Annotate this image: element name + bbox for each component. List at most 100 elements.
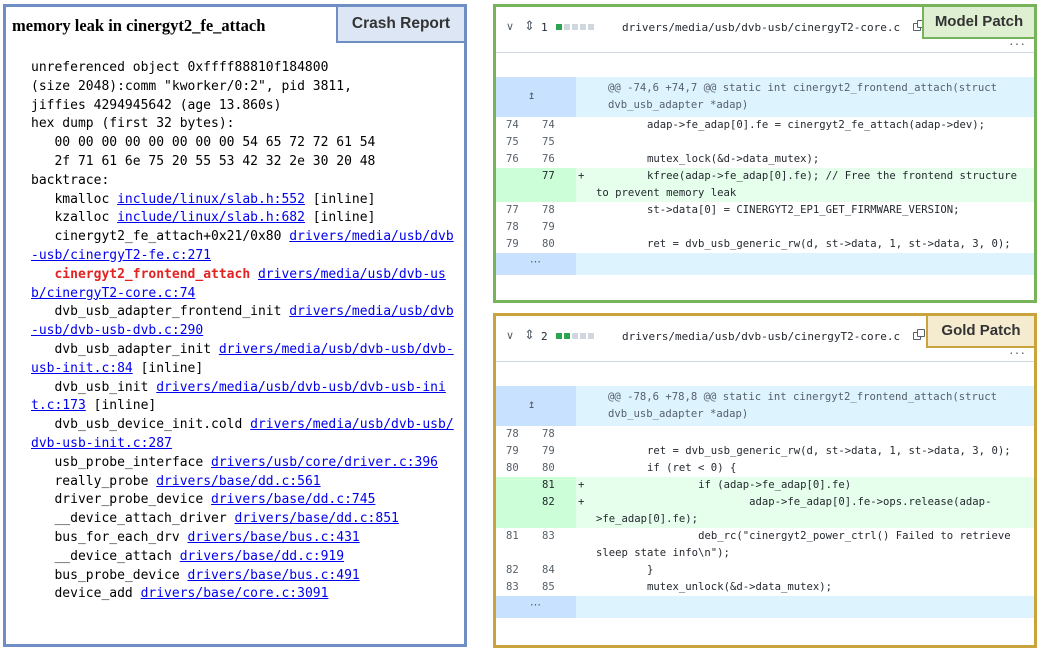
file-path[interactable]: drivers/media/usb/dvb-usb/cinergyT2-core…	[622, 330, 900, 343]
expand-down-icon[interactable]: ⋯	[496, 253, 576, 275]
move-vertical-icon[interactable]: ⇕	[524, 18, 535, 34]
crash-log-line: backtrace:	[31, 172, 110, 188]
diff-line-context: 81 83 deb_rc("cinergyt2_power_ctrl() Fail…	[496, 528, 1034, 562]
crash-log-line: hex dump (first 32 bytes):	[31, 116, 235, 132]
frame-function: bus_probe_device	[31, 567, 188, 583]
new-line-number[interactable]: 83	[536, 528, 576, 562]
code-text: ret = dvb_usb_generic_rw(d, st->data, 1,…	[596, 445, 1011, 457]
old-line-number[interactable]: 82	[496, 562, 536, 579]
new-line-number[interactable]: 75	[536, 134, 576, 151]
hunk-footer: ⋯	[496, 253, 1034, 275]
diffstat-square	[556, 333, 562, 339]
backtrace-frame: __device_attach_driver drivers/base/dd.c…	[31, 510, 459, 529]
new-line-number[interactable]: 79	[536, 219, 576, 236]
diffstat-square	[580, 24, 586, 30]
frame-source-link[interactable]: drivers/base/dd.c:919	[180, 549, 344, 564]
frame-source-link[interactable]: drivers/usb/core/driver.c:396	[211, 455, 438, 470]
diff-line-context: 79 79 ret = dvb_usb_generic_rw(d, st->dat…	[496, 443, 1034, 460]
gold-patch-tag: Gold Patch	[926, 316, 1034, 348]
frame-function: dvb_usb_device_init.cold	[31, 417, 251, 433]
old-line-number[interactable]: 78	[496, 219, 536, 236]
frame-source-link[interactable]: include/linux/slab.h:552	[117, 192, 305, 207]
diff-sign	[576, 562, 596, 579]
diff-lines: 74 74 adap->fe_adap[0].fe = cinergyt2_fe_…	[496, 117, 1034, 253]
frame-source-link[interactable]: drivers/base/dd.c:745	[211, 492, 375, 507]
old-line-number[interactable]	[496, 168, 536, 202]
hunk-header-text: @@ -78,6 +78,8 @@ static int cinergyt2_f…	[608, 391, 1004, 420]
old-line-number[interactable]: 83	[496, 579, 536, 596]
frame-suffix: [inline]	[304, 191, 376, 207]
frame-source-link[interactable]: drivers/base/dd.c:561	[156, 474, 320, 489]
diff-sign	[576, 460, 596, 477]
new-line-number[interactable]: 80	[536, 236, 576, 253]
frame-function: kmalloc	[31, 191, 118, 207]
old-line-number[interactable]: 79	[496, 443, 536, 460]
old-line-number[interactable]: 80	[496, 460, 536, 477]
hunk-footer: ⋯	[496, 596, 1034, 618]
new-line-number[interactable]: 79	[536, 443, 576, 460]
expand-down-icon[interactable]: ⋯	[496, 596, 576, 618]
old-line-number[interactable]: 78	[496, 426, 536, 443]
diff-line-context: 83 85 mutex_unlock(&d->data_mutex);	[496, 579, 1034, 596]
diff-sign	[576, 528, 596, 562]
new-line-number[interactable]: 76	[536, 151, 576, 168]
diff-line-context: 82 84 }	[496, 562, 1034, 579]
crash-log-line: 00 00 00 00 00 00 00 00 54 65 72 72 61 5…	[31, 135, 376, 151]
copy-icon[interactable]	[913, 329, 925, 341]
frame-suffix: [inline]	[304, 210, 376, 226]
old-line-number[interactable]	[496, 477, 536, 494]
frame-source-link[interactable]: include/linux/slab.h:682	[117, 210, 305, 225]
backtrace-frame: usb_probe_interface drivers/usb/core/dri…	[31, 454, 459, 473]
frame-source-link[interactable]: drivers/base/bus.c:491	[188, 568, 360, 583]
backtrace-frame: kzalloc include/linux/slab.h:682 [inline…	[31, 209, 459, 228]
old-line-number[interactable]: 81	[496, 528, 536, 562]
diff-sign	[576, 219, 596, 236]
new-line-number[interactable]: 85	[536, 579, 576, 596]
diff-line-context: 76 76 mutex_lock(&d->data_mutex);	[496, 151, 1034, 168]
new-line-number[interactable]: 78	[536, 202, 576, 219]
frame-source-link[interactable]: drivers/base/bus.c:431	[188, 530, 360, 545]
old-line-number[interactable]: 74	[496, 117, 536, 134]
old-line-number[interactable]: 79	[496, 236, 536, 253]
diffstat-square	[564, 333, 570, 339]
expand-up-icon[interactable]: ↥	[496, 386, 576, 426]
old-line-number[interactable]: 77	[496, 202, 536, 219]
crash-log-line: unreferenced object 0xffff88810f184800	[31, 60, 329, 75]
expand-up-icon[interactable]: ↥	[496, 77, 576, 117]
diff-lines: 78 78 79 79 ret = dvb_usb_generic_rw(d, st-…	[496, 426, 1034, 596]
backtrace-frame: dvb_usb_adapter_frontend_init drivers/me…	[31, 303, 459, 341]
new-line-number[interactable]: 84	[536, 562, 576, 579]
code-text: if (adap->fe_adap[0].fe)	[596, 479, 852, 491]
diff-sign	[576, 117, 596, 134]
new-line-number[interactable]: 74	[536, 117, 576, 134]
diff-line-context: 78 78	[496, 426, 1034, 443]
crash-report-tag: Crash Report	[336, 7, 464, 43]
chevron-down-icon[interactable]: ∨	[506, 20, 514, 33]
frame-function: usb_probe_interface	[31, 454, 212, 470]
diff-line-context: 78 79	[496, 219, 1034, 236]
diff-sign	[576, 151, 596, 168]
crash-log-line: (size 2048):comm "kworker/0:2", pid 3811…	[31, 78, 352, 94]
old-line-number[interactable]	[496, 494, 536, 528]
old-line-number[interactable]: 75	[496, 134, 536, 151]
frame-function: cinergyt2_fe_attach+0x21/0x80	[31, 229, 290, 245]
frame-source-link[interactable]: drivers/base/core.c:3091	[141, 586, 329, 601]
diff-line-context: 75 75	[496, 134, 1034, 151]
frame-source-link[interactable]: drivers/base/dd.c:851	[235, 511, 399, 526]
backtrace-frame: dvb_usb_init drivers/media/usb/dvb-usb/d…	[31, 379, 459, 417]
diff-sign: +	[578, 479, 585, 491]
old-line-number[interactable]: 76	[496, 151, 536, 168]
new-line-number[interactable]: 81	[536, 477, 576, 494]
new-line-number[interactable]: 80	[536, 460, 576, 477]
file-path[interactable]: drivers/media/usb/dvb-usb/cinergyT2-core…	[622, 21, 900, 34]
diff-sign: +	[578, 170, 585, 182]
new-line-number[interactable]: 82	[536, 494, 576, 528]
backtrace-frame: driver_probe_device drivers/base/dd.c:74…	[31, 491, 459, 510]
chevron-down-icon[interactable]: ∨	[506, 329, 514, 342]
new-line-number[interactable]: 78	[536, 426, 576, 443]
move-vertical-icon[interactable]: ⇕	[524, 327, 535, 343]
new-line-number[interactable]: 77	[536, 168, 576, 202]
backtrace-frame: bus_for_each_drv drivers/base/bus.c:431	[31, 529, 459, 548]
hunk-header-text: @@ -74,6 +74,7 @@ static int cinergyt2_f…	[608, 82, 1004, 111]
